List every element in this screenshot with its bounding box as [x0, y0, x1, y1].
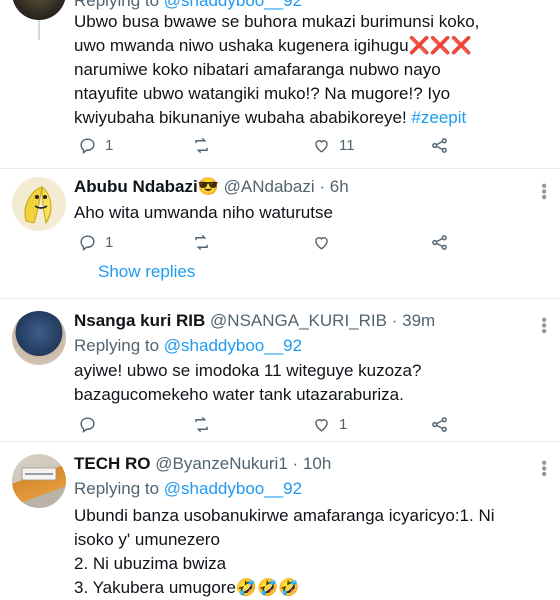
cross-mark-emoji: ❌❌❌ [408, 36, 473, 55]
user-handle[interactable]: @ByanzeNukuri1 [155, 454, 288, 473]
show-replies-link[interactable]: Show replies [98, 262, 195, 282]
retweet-button[interactable] [192, 134, 219, 156]
reply-button[interactable] [78, 413, 105, 435]
tweet-3[interactable]: Nsanga kuri RIB @NSANGA_KURI_RIB · 39m •… [0, 299, 560, 441]
more-vertical-icon[interactable]: ••• [535, 183, 552, 200]
tweet-text: ayiwe! ubwo se imodoka 11 witeguye kuzoz… [74, 361, 422, 404]
share-icon [432, 416, 447, 432]
mention-link[interactable]: @shaddyboo__92 [164, 479, 302, 498]
share-icon [432, 137, 447, 153]
tweet-text: Ubwo busa bwawe se buhora mukazi burimun… [74, 12, 480, 127]
share-button[interactable] [430, 413, 449, 435]
separator-dot: · [319, 177, 325, 196]
replying-to: Replying to @shaddyboo__92 [74, 479, 303, 498]
retweet-icon [195, 234, 208, 250]
tweet-2[interactable]: Abubu Ndabazi😎 @ANdabazi · 6h ••• Aho wi… [0, 169, 560, 299]
heart-icon [315, 139, 328, 153]
avatar[interactable] [12, 177, 66, 231]
retweet-icon [195, 137, 208, 153]
reply-icon [80, 234, 95, 251]
tweet-text: Aho wita umwanda niho waturutse [74, 203, 333, 222]
tweet-time[interactable]: 6h [330, 177, 349, 196]
reply-button[interactable]: 1 [78, 134, 113, 156]
share-icon [432, 234, 447, 250]
avatar[interactable] [12, 0, 66, 20]
mention-link[interactable]: @shaddyboo__92 [164, 336, 302, 355]
note-image-icon [21, 467, 57, 481]
reply-button[interactable]: 1 [78, 231, 113, 253]
display-name[interactable]: Nsanga kuri RIB [74, 311, 205, 330]
tweet-4[interactable]: TECH RO @ByanzeNukuri1 · 10h ••• Replyin… [0, 442, 560, 600]
tweet-actions: 1 [74, 413, 474, 437]
tweet-header: TECH RO @ByanzeNukuri1 · 10h [74, 454, 331, 474]
like-button[interactable] [312, 231, 339, 253]
share-button[interactable] [430, 231, 449, 253]
hashtag-link[interactable]: #zeepit [411, 108, 466, 127]
separator-dot: · [391, 311, 398, 330]
tweet-time[interactable]: 10h [303, 454, 331, 473]
heart-icon [315, 236, 328, 250]
reply-icon [80, 137, 95, 154]
display-name[interactable]: TECH RO [74, 454, 151, 473]
sunglasses-emoji: 😎 [197, 177, 219, 196]
retweet-button[interactable] [192, 413, 219, 435]
like-button[interactable]: 11 [312, 134, 355, 156]
banana-avatar-icon [24, 185, 52, 225]
tweet-1[interactable]: Replying to @shaddyboo__92 Ubwo busa bwa… [0, 0, 560, 170]
display-name[interactable]: Abubu Ndabazi [74, 177, 198, 196]
more-vertical-icon[interactable]: ••• [535, 460, 552, 477]
tweet-time[interactable]: 39m [402, 311, 435, 330]
avatar[interactable] [12, 454, 66, 508]
tweet-actions: 1 11 [74, 134, 474, 158]
separator-dot: · [292, 454, 299, 473]
user-handle[interactable]: @ANdabazi [224, 177, 315, 196]
user-handle[interactable]: @NSANGA_KURI_RIB [210, 311, 387, 330]
heart-icon [315, 418, 328, 432]
tweet-header: Abubu Ndabazi😎 @ANdabazi · 6h [74, 177, 349, 197]
more-vertical-icon[interactable]: ••• [535, 317, 552, 334]
retweet-button[interactable] [192, 231, 219, 253]
avatar[interactable] [12, 311, 66, 365]
tweet-text: Ubundi banza usobanukirwe amafaranga icy… [74, 506, 495, 597]
reply-icon [80, 416, 95, 433]
share-button[interactable] [430, 134, 449, 156]
like-button[interactable]: 1 [312, 413, 347, 435]
tweet-actions: 1 [74, 231, 474, 255]
mention-link[interactable]: @shaddyboo__92 [164, 0, 302, 10]
retweet-icon [195, 416, 208, 432]
replying-to: Replying to @shaddyboo__92 [74, 336, 303, 355]
tweet-header: Nsanga kuri RIB @NSANGA_KURI_RIB · 39m [74, 311, 435, 331]
